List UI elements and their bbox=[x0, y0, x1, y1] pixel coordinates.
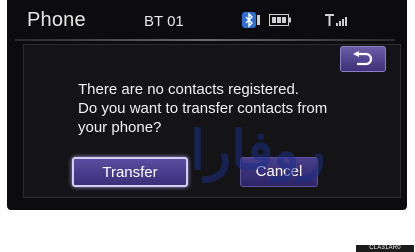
bluetooth-icon bbox=[242, 12, 256, 28]
return-arrow-icon bbox=[353, 51, 373, 66]
back-button[interactable] bbox=[340, 46, 386, 72]
signal-icon bbox=[325, 14, 347, 26]
image-code-label: CLA31AR0 bbox=[356, 245, 414, 252]
watermark-logo: روفارا bbox=[190, 118, 328, 182]
transfer-button[interactable]: Transfer bbox=[72, 157, 188, 187]
phone-icon bbox=[257, 15, 260, 25]
battery-icon bbox=[269, 14, 291, 26]
header-bar: Phone BT 01 bbox=[7, 0, 407, 38]
message-line: Do you want to transfer contacts from bbox=[78, 100, 328, 117]
device-name: BT 01 bbox=[144, 13, 184, 30]
message-line: There are no contacts registered. bbox=[78, 81, 299, 98]
page-title: Phone bbox=[27, 9, 86, 31]
header-divider bbox=[15, 39, 395, 41]
